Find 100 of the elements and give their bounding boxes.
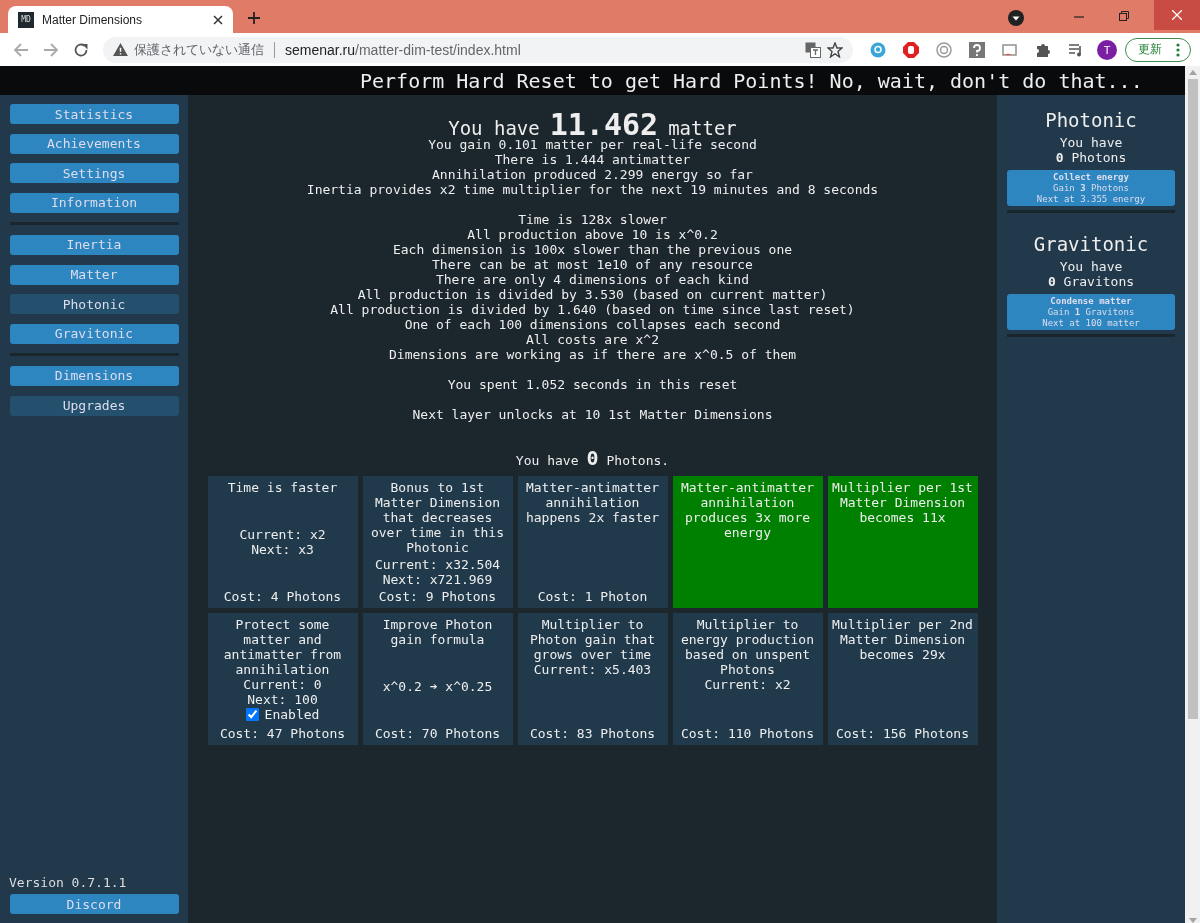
upgrade-title: Protect some matter and antimatter from annihilation — [222, 617, 343, 677]
new-tab-icon[interactable] — [248, 12, 260, 24]
upgrade-card[interactable]: Multiplier to Photon gain that grows over time Current: x5.403 Cost: 83 Photons — [517, 613, 668, 745]
upgrade-cost: Cost: 9 Photons — [378, 589, 497, 604]
upgrade-card[interactable]: Matter-antimatter annihilation produces 3x more energy — [672, 476, 823, 608]
stat-line: You gain 0.101 matter per real-life second — [427, 137, 758, 152]
stat-line: You spent 1.052 seconds in this reset — [447, 377, 738, 392]
checkbox-label: Enabled — [264, 707, 320, 722]
sidebar-tab[interactable]: Achievements — [9, 133, 179, 154]
site-favicon: MD — [18, 11, 34, 28]
stat-line: Inertia provides x2 time multiplier for the next 19 minutes and 8 seconds — [306, 182, 879, 197]
photons-label: You have — [515, 453, 579, 468]
stat-line: All production is divided by 1.640 (based on time since last reset) — [330, 302, 855, 317]
update-button[interactable]: 更新 — [1125, 37, 1191, 62]
reset-button[interactable]: Collect energy Gain 3 Photons Next at 3.355 energy — [1007, 170, 1175, 206]
star-icon[interactable] — [827, 41, 843, 58]
upgrade-stat: Current: 0 — [243, 677, 322, 692]
sidebar-tab[interactable]: Inertia — [9, 234, 179, 255]
sidebar-tab[interactable]: Information — [9, 192, 179, 213]
upgrade-card[interactable]: Multiplier to energy production based on unspent Photons Current: x2 Cost: 110 Photons — [672, 613, 823, 745]
browser-tab[interactable]: MD Matter Dimensions — [8, 6, 233, 33]
address-bar[interactable]: 保護されていない通信 semenar.ru/matter-dim-test/index.html — [103, 36, 853, 63]
stat-line: There can be at most 1e10 of any resource — [431, 257, 754, 272]
matter-unit: matter — [668, 117, 737, 139]
upgrade-cost: Cost: 1 Photon — [537, 589, 648, 604]
upgrade-effect: x^0.2 ➔ x^0.25 — [382, 679, 493, 694]
upgrade-cost: Cost: 70 Photons — [374, 726, 501, 741]
media-icon[interactable] — [1068, 41, 1084, 58]
more-icon[interactable] — [1176, 42, 1180, 57]
upgrade-stat: Next: 100 — [247, 692, 318, 707]
upgrade-card[interactable]: Improve Photon gain formula x^0.2 ➔ x^0.25 Cost: 70 Photons — [362, 613, 513, 745]
stat-line: All production is divided by 3.530 (based on current matter) — [356, 287, 829, 302]
news-ticker: Perform Hard Reset to get Hard Points! No, wait, don't do that... — [0, 66, 1185, 95]
tab-title: Matter Dimensions — [42, 12, 144, 27]
upgrade-cost: Cost: 110 Photons — [680, 726, 815, 741]
sidebar-tab[interactable]: Statistics — [9, 104, 179, 124]
upgrade-effect: Next: x3 — [250, 542, 315, 557]
sidebar-tab[interactable]: Settings — [9, 163, 179, 184]
sidebar-tab[interactable]: Gravitonic — [9, 323, 179, 344]
upgrade-stat: Current: x5.403 — [533, 662, 652, 677]
upgrade-title: Bonus to 1st Matter Dimension that decreases over time in this Photonic — [369, 480, 506, 555]
layer-text: You have — [1059, 259, 1123, 274]
enabled-checkbox[interactable] — [245, 708, 259, 721]
stat-line: There are only 4 dimensions of each kind — [434, 272, 751, 287]
stat-line: Each dimension is 100x slower than the previous one — [391, 242, 794, 257]
reload-icon[interactable] — [73, 41, 89, 58]
sidebar-tab[interactable]: Matter — [9, 264, 179, 285]
reset-button[interactable]: Condense matter Gain 1 Gravitons Next at 100 matter — [1007, 294, 1175, 330]
upgrade-title: Matter-antimatter annihilation produces 3x more energy — [679, 480, 816, 540]
upgrade-title: Multiplier to energy production based on unspent Photons — [679, 617, 816, 677]
upgrade-title: Multiplier per 1st Matter Dimension becomes 11x — [831, 480, 974, 525]
upgrade-stat: Current: x2 — [704, 677, 791, 692]
upgrade-card[interactable]: Matter-antimatter annihilation happens 2x faster Cost: 1 Photon — [517, 476, 668, 608]
upgrade-card[interactable]: Bonus to 1st Matter Dimension that decreases over time in this Photonic Current: x32.504 Next: x721.969 Cost: 9 Photons — [362, 476, 513, 608]
extensions-icon[interactable] — [1035, 41, 1051, 58]
sidebar-tab[interactable]: Dimensions — [9, 365, 179, 386]
upgrade-title: Improve Photon gain formula — [381, 617, 494, 647]
stat-line: Next layer unlocks at 10 1st Matter Dimensions — [412, 407, 773, 422]
stat-line: All costs are x^2 — [524, 332, 660, 347]
upgrade-cost: Cost: 47 Photons — [219, 726, 346, 741]
upgrade-cost: Cost: 156 Photons — [835, 726, 970, 741]
matter-label: You have — [448, 117, 540, 139]
url-text: semenar.ru/matter-dim-test/index.html — [285, 41, 521, 58]
close-icon — [1172, 10, 1182, 20]
stat-line: All production above 10 is x^0.2 — [466, 227, 719, 242]
security-warning: 保護されていない通信 — [134, 40, 264, 59]
stat-line: One of each 100 dimensions collapses each second — [403, 317, 782, 332]
upgrade-card[interactable]: Protect some matter and antimatter from annihilation Current: 0 Next: 100 Enabled Cost: 47 Photons — [207, 613, 358, 745]
version-label: Version 0.7.1.1 — [9, 875, 127, 891]
help-icon[interactable] — [969, 41, 985, 58]
sidebar-tab[interactable]: Upgrades — [9, 395, 179, 416]
layer-amount: 0 Gravitons — [1047, 274, 1135, 289]
upgrade-cost: Cost: 83 Photons — [529, 726, 656, 741]
tab-search-icon[interactable] — [1008, 10, 1024, 26]
profile-avatar[interactable]: T — [1097, 39, 1117, 60]
upgrade-title: Multiplier to Photon gain that grows over time — [528, 617, 657, 662]
translate-icon[interactable] — [805, 41, 821, 58]
photons-amount: 0 — [586, 446, 599, 470]
upgrade-cost: Cost: 4 Photons — [223, 589, 342, 604]
stat-line: Annihilation produced 2.299 energy so far — [431, 167, 754, 182]
stat-line: Time is 128x slower — [517, 212, 668, 227]
upgrade-effect: Current: x32.504 — [374, 557, 501, 572]
close-icon[interactable] — [213, 14, 223, 25]
photons-unit: Photons. — [606, 453, 670, 468]
upgrade-effect: Next: x721.969 — [381, 572, 494, 587]
sidebar-tab[interactable]: Photonic — [9, 294, 179, 315]
restore-icon[interactable] — [1119, 11, 1129, 21]
upgrade-effect: Current: x2 — [239, 527, 326, 542]
discord-button[interactable]: Discord — [9, 894, 179, 914]
layer-amount: 0 Photons — [1055, 150, 1127, 165]
stat-line: There is 1.444 antimatter — [493, 152, 692, 167]
upgrade-card[interactable]: Multiplier per 1st Matter Dimension becomes 11x — [827, 476, 978, 608]
upgrade-title: Multiplier per 2nd Matter Dimension becomes 29x — [831, 617, 974, 662]
stat-line: Dimensions are working as if there are x^0.5 of them — [388, 347, 797, 362]
upgrade-title: Matter-antimatter annihilation happens 2x faster — [524, 480, 661, 525]
warning-icon — [113, 43, 128, 56]
extension-icon[interactable] — [870, 41, 886, 58]
layer-text: You have — [1059, 135, 1123, 150]
layer-title: Gravitonic — [1033, 233, 1149, 257]
upgrade-card[interactable]: Multiplier per 2nd Matter Dimension becomes 29x Cost: 156 Photons — [827, 613, 978, 745]
